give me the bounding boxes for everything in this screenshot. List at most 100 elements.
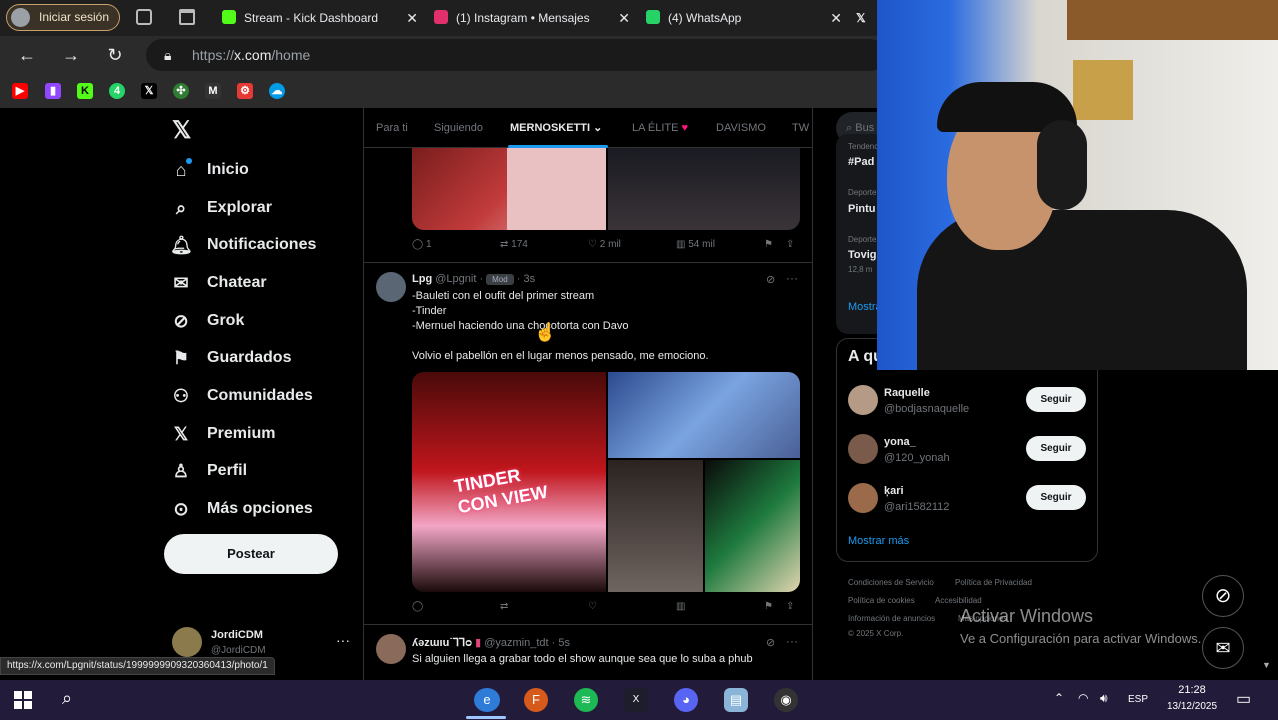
url-field[interactable]: 🔒︎ https://x.com/home — [146, 39, 886, 71]
share-icon[interactable]: ⇪ — [786, 601, 794, 612]
tab-instagram[interactable]: (1) Instagram • Mensajes ✕ — [434, 4, 630, 32]
footer-link[interactable]: Información de anuncios — [848, 614, 935, 623]
tab-kick[interactable]: Stream - Kick Dashboard ✕ — [222, 4, 418, 32]
close-tab-icon[interactable]: ✕ — [618, 4, 630, 32]
avatar[interactable] — [172, 627, 202, 657]
tab-davismo[interactable]: DAVISMO — [716, 108, 766, 147]
close-tab-icon[interactable]: ✕ — [830, 4, 842, 32]
signin-button[interactable]: Iniciar sesión — [6, 4, 121, 31]
author-handle[interactable]: @Lpgnit — [435, 273, 476, 285]
suggestion-name[interactable]: Raquelle — [884, 387, 930, 399]
forward-icon[interactable]: → — [58, 42, 84, 68]
bookmark-post-icon[interactable]: ⚑ — [764, 601, 773, 612]
twitch-bookmark-icon[interactable]: ▮ — [45, 83, 61, 99]
fl-studio-icon[interactable]: F — [524, 688, 548, 712]
clock-date[interactable]: 13/12/2025 — [1156, 701, 1228, 712]
grok-fab-icon[interactable]: ⊘ — [1202, 575, 1244, 617]
obs-icon[interactable]: ◉ — [774, 688, 798, 712]
edge-icon[interactable]: e — [474, 688, 500, 712]
repost-icon[interactable]: ⇄ — [500, 601, 508, 612]
trend-name[interactable]: Tovig — [848, 249, 877, 261]
tab-la-elite[interactable]: LA ÉLITE ♥ — [632, 108, 688, 147]
volume-icon[interactable]: 🔊︎ — [1100, 691, 1108, 706]
post-time[interactable]: 5s — [558, 637, 570, 649]
site-info-icon[interactable]: 🔒︎ — [164, 39, 171, 71]
reload-icon[interactable]: ↻ — [102, 42, 128, 68]
clock-time[interactable]: 21:28 — [1162, 684, 1222, 696]
app-bookmark-icon[interactable]: ⚙ — [237, 83, 253, 99]
views-button[interactable]: ▥ 54 mil — [676, 239, 715, 250]
author-name[interactable]: Lpg — [412, 273, 432, 285]
media-image-face[interactable] — [507, 148, 606, 230]
reply-button[interactable]: ◯ 1 — [412, 239, 432, 250]
like-button[interactable]: ♡ 2 mil — [588, 239, 621, 250]
reply-icon[interactable]: ◯ — [412, 601, 423, 612]
media-image-art[interactable] — [705, 460, 800, 592]
post-button[interactable]: Postear — [164, 534, 338, 574]
avatar[interactable] — [848, 385, 878, 415]
suggestion-name[interactable]: yona_ — [884, 436, 916, 448]
m-bookmark-icon[interactable]: M — [205, 83, 221, 99]
notes-icon[interactable]: ▤ — [724, 688, 748, 712]
footer-link[interactable]: Condiciones de Servicio — [848, 578, 934, 587]
grok-post-icon[interactable]: ⊘ — [766, 273, 775, 286]
back-icon[interactable]: ← — [14, 42, 40, 68]
follow-button[interactable]: Seguir — [1026, 387, 1086, 412]
heart-icon[interactable]: ♡ — [588, 601, 597, 612]
kick-bookmark-icon[interactable]: K — [77, 83, 93, 99]
account-menu-icon[interactable]: ··· — [336, 632, 350, 648]
close-tab-icon[interactable]: ✕ — [406, 4, 418, 32]
whatsapp-bookmark-icon[interactable]: 4 — [109, 83, 125, 99]
trend-name[interactable]: #Pad — [848, 156, 874, 168]
footer-link[interactable]: Política de cookies — [848, 596, 915, 605]
author-handle[interactable]: @yazmin_tdt — [484, 637, 548, 649]
repost-button[interactable]: ⇄ 174 — [500, 239, 528, 250]
tab-tw[interactable]: TW — [792, 108, 809, 147]
avatar[interactable] — [848, 483, 878, 513]
language-indicator[interactable]: ESP — [1128, 694, 1148, 705]
x-logo-icon[interactable]: 𝕏 — [172, 116, 191, 145]
bookmark-post-icon[interactable]: ⚑ — [764, 239, 773, 250]
suggestion-name[interactable]: ķari — [884, 485, 904, 497]
share-icon[interactable]: ⇪ — [786, 239, 794, 250]
tab-siguiendo[interactable]: Siguiendo — [434, 108, 483, 147]
avatar[interactable] — [376, 634, 406, 664]
x-bookmark-icon[interactable]: 𝕏 — [141, 83, 157, 99]
tab-x-active[interactable]: 𝕏 — [856, 4, 876, 32]
youtube-bookmark-icon[interactable]: ▶ — [12, 83, 28, 99]
start-icon[interactable] — [14, 691, 32, 709]
media-image-kitchen[interactable] — [608, 460, 703, 592]
show-more-link[interactable]: Mostrar más — [848, 535, 909, 547]
avatar[interactable] — [848, 434, 878, 464]
tab-search-icon[interactable] — [179, 9, 195, 25]
workspaces-icon[interactable] — [136, 9, 152, 25]
spotify-icon[interactable]: ≋ — [574, 688, 598, 712]
author-name[interactable]: ʎǝzɯıu˙ꞀꞀᴑ — [412, 637, 472, 649]
scroll-down-icon[interactable]: ▼ — [1262, 660, 1272, 670]
footer-link[interactable]: Accesibilidad — [935, 596, 982, 605]
tab-mernosketti[interactable]: MERNOSKETTI ⌄ — [510, 108, 602, 147]
search-icon[interactable]: ⌕ — [62, 688, 72, 709]
notification-center-icon[interactable]: ▭ — [1236, 689, 1251, 709]
views-icon[interactable]: ▥ — [676, 601, 685, 612]
grok-post-icon[interactable]: ⊘ — [766, 636, 775, 649]
network-icon[interactable]: ◠ — [1078, 691, 1088, 705]
messages-fab-icon[interactable]: ✉ — [1202, 627, 1244, 669]
post-media[interactable]: TINDER CON VIEW — [412, 372, 800, 592]
chevron-up-icon[interactable]: ⌃ — [1054, 691, 1064, 705]
tab-whatsapp[interactable]: (4) WhatsApp ✕ — [646, 4, 842, 32]
avatar[interactable] — [376, 272, 406, 302]
trend-name[interactable]: Pintu — [848, 203, 876, 215]
media-image-streamer[interactable] — [608, 148, 800, 230]
cloud-bookmark-icon[interactable]: ☁ — [269, 83, 285, 99]
xsplit-icon[interactable]: X — [624, 688, 648, 712]
more-options-icon[interactable]: ··· — [786, 634, 798, 648]
xbox-bookmark-icon[interactable]: ✣ — [173, 83, 189, 99]
post-media[interactable] — [412, 148, 800, 230]
follow-button[interactable]: Seguir — [1026, 485, 1086, 510]
discord-icon[interactable]: ◕ — [674, 688, 698, 712]
tab-para-ti[interactable]: Para ti — [376, 108, 408, 147]
more-options-icon[interactable]: ··· — [786, 271, 798, 285]
footer-link[interactable]: Política de Privacidad — [955, 578, 1032, 587]
follow-button[interactable]: Seguir — [1026, 436, 1086, 461]
